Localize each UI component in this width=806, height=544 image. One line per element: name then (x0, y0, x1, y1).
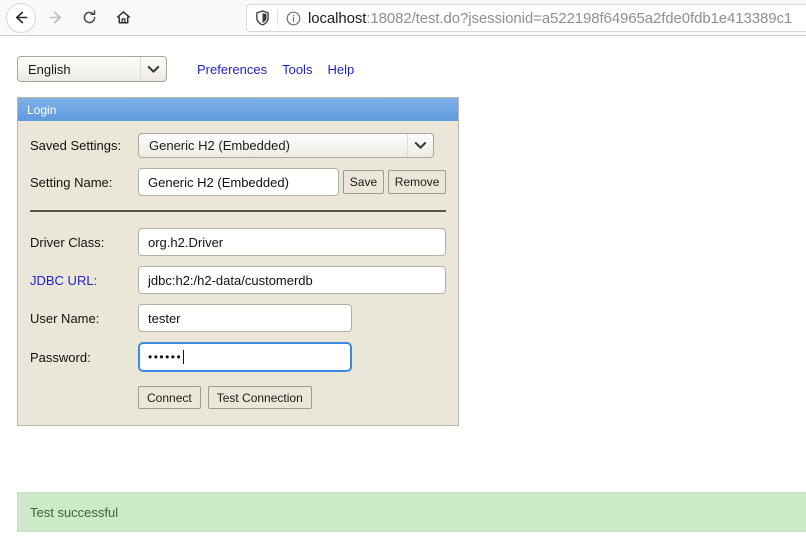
password-masked-value: •••••• (148, 350, 183, 364)
home-icon (116, 11, 130, 24)
user-name-label: User Name: (30, 310, 100, 326)
shield-icon (256, 10, 269, 26)
login-form: Saved Settings: Generic H2 (Embedded) Se… (18, 121, 458, 425)
address-bar[interactable]: localhost:18082/test.do?jsessionid=a5221… (246, 4, 806, 32)
password-input[interactable]: •••••• (138, 342, 352, 372)
info-circle-icon (286, 11, 301, 25)
saved-settings-label: Saved Settings: (30, 138, 122, 153)
login-panel-title: Login (18, 98, 458, 121)
nav-link-help[interactable]: Help (327, 62, 354, 77)
language-select[interactable]: English (17, 56, 167, 82)
arrow-right-icon (49, 11, 61, 24)
site-identity-button[interactable] (247, 5, 277, 31)
connect-button[interactable]: Connect (138, 386, 201, 409)
url-path: :18082/test.do?jsessionid=a522198f64965a… (366, 9, 793, 27)
chevron-down-icon (140, 57, 166, 81)
page-info-button[interactable] (278, 11, 308, 26)
arrow-left-icon (15, 11, 27, 24)
status-banner: Test successful (17, 492, 806, 532)
jdbc-url-input[interactable]: jdbc:h2:/h2-data/customerdb (138, 266, 446, 294)
url-text: localhost:18082/test.do?jsessionid=a5221… (308, 10, 806, 27)
reload-button[interactable] (74, 3, 104, 33)
login-panel: Login Saved Settings: Generic H2 (Embedd… (17, 97, 459, 426)
test-connection-button[interactable]: Test Connection (207, 386, 312, 409)
password-row: Password: •••••• (18, 342, 458, 372)
nav-link-tools[interactable]: Tools (282, 62, 312, 77)
page-toolbar: English Preferences Tools Help (17, 56, 354, 82)
reload-icon (83, 10, 95, 24)
language-select-value: English (28, 61, 71, 77)
forward-button (40, 3, 70, 33)
saved-settings-value: Generic H2 (Embedded) (149, 138, 290, 153)
setting-name-label: Setting Name: (30, 174, 113, 190)
page-content: English Preferences Tools Help Login Sav… (0, 37, 806, 544)
driver-class-label: Driver Class: (30, 234, 105, 250)
user-name-row: User Name: tester (18, 304, 458, 332)
back-button[interactable] (6, 2, 36, 33)
home-button[interactable] (108, 3, 138, 33)
browser-chrome: localhost:18082/test.do?jsessionid=a5221… (0, 0, 806, 36)
text-caret (183, 350, 185, 364)
jdbc-url-row: JDBC URL: jdbc:h2:/h2-data/customerdb (18, 266, 458, 294)
login-actions: Connect Test Connection (18, 386, 458, 409)
driver-class-input[interactable]: org.h2.Driver (138, 228, 446, 256)
save-button[interactable]: Save (342, 170, 385, 194)
setting-name-input[interactable]: Generic H2 (Embedded) (138, 168, 339, 196)
status-message: Test successful (30, 504, 119, 520)
form-divider (30, 210, 446, 212)
url-host: localhost (308, 9, 367, 27)
remove-button[interactable]: Remove (388, 170, 446, 194)
password-label: Password: (30, 349, 91, 365)
chevron-down-icon (407, 134, 433, 157)
driver-class-row: Driver Class: org.h2.Driver (18, 228, 458, 256)
nav-link-preferences[interactable]: Preferences (197, 62, 267, 77)
setting-name-row: Setting Name: Generic H2 (Embedded) Save… (18, 168, 458, 196)
user-name-input[interactable]: tester (138, 304, 352, 332)
saved-settings-row: Saved Settings: Generic H2 (Embedded) (18, 133, 458, 158)
saved-settings-select[interactable]: Generic H2 (Embedded) (138, 133, 434, 158)
jdbc-url-label[interactable]: JDBC URL: (30, 273, 138, 288)
